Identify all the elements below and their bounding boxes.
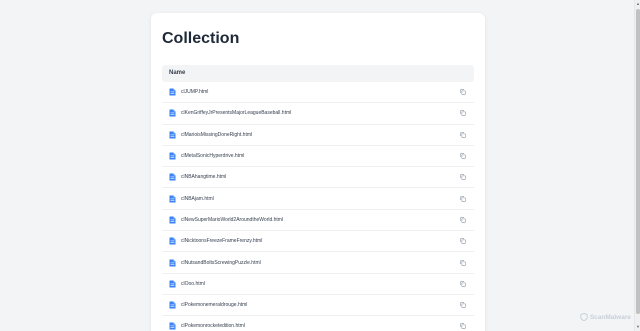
file-name-link[interactable]: clJUMP.html <box>181 89 460 95</box>
scroll-thumb[interactable] <box>636 9 640 314</box>
file-name-link[interactable]: clNBAjam.html <box>181 196 460 202</box>
file-document-icon <box>169 301 176 309</box>
file-name-link[interactable]: clPokemonrocketedition.html <box>181 323 460 329</box>
copy-icon[interactable] <box>460 302 466 308</box>
file-document-icon <box>169 152 176 160</box>
copy-icon[interactable] <box>460 238 466 244</box>
file-name-link[interactable]: clNBAhangtime.html <box>181 174 460 180</box>
table-row[interactable]: clNBAhangtime.html <box>162 167 474 189</box>
file-document-icon <box>169 280 176 288</box>
copy-icon[interactable] <box>460 153 466 159</box>
copy-icon[interactable] <box>460 89 466 95</box>
copy-icon[interactable] <box>460 174 466 181</box>
table-header: Name <box>162 65 474 82</box>
file-name-link[interactable]: clMetalSonicHyperdrive.html <box>181 153 460 159</box>
table-row[interactable]: clKenGriffeyJrPresentsMajorLeagueBasebal… <box>162 103 474 125</box>
collection-card: Collection Name clJUMP.html clKenGriffeyJ… <box>151 13 485 331</box>
column-header-name: Name <box>169 70 186 76</box>
table-row[interactable]: clPokemonrocketedition.html <box>162 316 474 331</box>
scroll-down-arrow-icon[interactable]: ▼ <box>635 323 640 331</box>
copy-icon[interactable] <box>460 131 466 138</box>
file-document-icon <box>169 173 176 181</box>
watermark: ScanMalware <box>580 313 631 321</box>
file-document-icon <box>169 216 176 224</box>
table-row[interactable]: clNBAjam.html <box>162 188 474 210</box>
copy-icon[interactable] <box>460 281 466 287</box>
table-row[interactable]: clJUMP.html <box>162 82 474 104</box>
table-row[interactable]: clNutsandBoltsScrewingPuzzle.html <box>162 252 474 274</box>
file-document-icon <box>169 88 176 96</box>
table-row[interactable]: clNewSuperMarioWorld2AroundtheWorld.html <box>162 210 474 232</box>
scroll-up-arrow-icon[interactable]: ▲ <box>635 0 640 8</box>
watermark-text: ScanMalware <box>589 313 631 321</box>
file-document-icon <box>169 259 176 267</box>
file-document-icon <box>169 322 176 330</box>
scrollbar[interactable]: ▲ ▼ <box>634 0 640 331</box>
page-title: Collection <box>162 30 240 47</box>
file-document-icon <box>169 237 176 245</box>
table-row[interactable]: clNicktoonsFreezeFrameFrenzy.html <box>162 231 474 253</box>
file-name-link[interactable]: clMarioisMissingDoneRight.html <box>181 132 460 138</box>
copy-icon[interactable] <box>460 323 466 330</box>
table-row[interactable]: clMarioisMissingDoneRight.html <box>162 125 474 146</box>
copy-icon[interactable] <box>460 259 466 266</box>
table-row[interactable]: clOoo.html <box>162 274 474 295</box>
copy-icon[interactable] <box>460 195 466 202</box>
table-row[interactable]: clPokemonemeraldrouge.html <box>162 295 474 317</box>
file-name-link[interactable]: clOoo.html <box>181 281 460 287</box>
scanmalware-logo-icon <box>580 313 588 321</box>
file-document-icon <box>169 195 176 203</box>
file-name-link[interactable]: clNewSuperMarioWorld2AroundtheWorld.html <box>181 217 460 223</box>
file-list: clJUMP.html clKenGriffeyJrPresentsMajorLe… <box>162 82 474 331</box>
copy-icon[interactable] <box>460 110 466 117</box>
table-row[interactable]: clMetalSonicHyperdrive.html <box>162 146 474 168</box>
file-name-link[interactable]: clNutsandBoltsScrewingPuzzle.html <box>181 260 460 266</box>
file-document-icon <box>169 109 176 117</box>
file-name-link[interactable]: clKenGriffeyJrPresentsMajorLeagueBasebal… <box>181 110 460 116</box>
copy-icon[interactable] <box>460 217 466 223</box>
file-document-icon <box>169 131 176 139</box>
file-name-link[interactable]: clPokemonemeraldrouge.html <box>181 302 460 308</box>
file-name-link[interactable]: clNicktoonsFreezeFrameFrenzy.html <box>181 238 460 244</box>
